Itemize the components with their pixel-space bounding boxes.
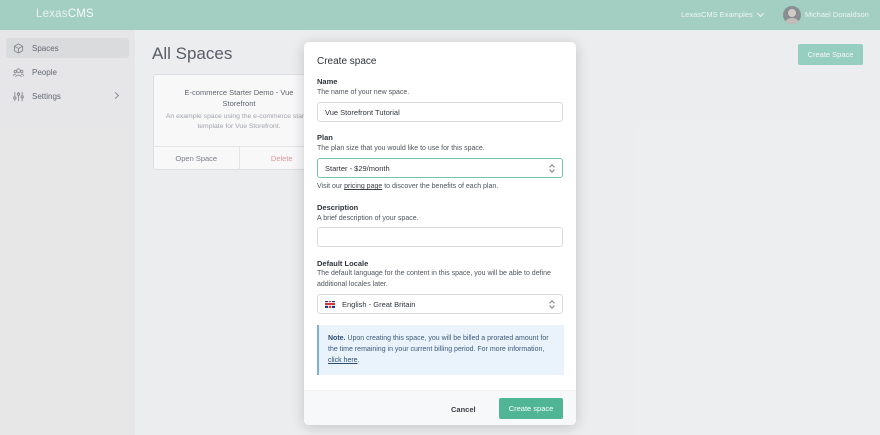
plan-selected-value: Starter - $29/month [325,163,390,173]
pricing-page-link[interactable]: pricing page [344,183,382,190]
submit-create-space-button[interactable]: Create space [499,398,563,419]
select-arrows-icon [549,164,555,173]
plan-select[interactable]: Starter - $29/month [317,158,563,178]
billing-note: Note. Upon creating this space, you will… [317,325,564,375]
plan-label: Plan [317,133,333,142]
plan-hint-text-end: to discover the benefits of each plan. [382,183,499,190]
note-title: Note. [328,335,346,342]
plan-help: The plan size that you would like to use… [317,145,485,152]
description-input[interactable] [317,227,563,247]
name-help: The name of your new space. [317,89,410,96]
note-text: Upon creating this space, you will be bi… [328,335,549,353]
select-arrows-icon [549,300,555,309]
modal-title: Create space [317,56,377,67]
description-help: A brief description of your space. [317,215,419,222]
modal-footer: Cancel Create space [304,390,576,425]
name-label: Name [317,77,338,86]
create-space-modal: Create space Name The name of your new s… [304,42,576,425]
name-input[interactable] [317,102,563,122]
click-here-link[interactable]: click here [328,357,358,364]
plan-hint-text: Visit our [317,183,345,190]
locale-label: Default Locale [317,259,369,268]
plan-hint: Visit our pricing page to discover the b… [317,181,562,192]
locale-select[interactable]: English - Great Britain [317,294,563,314]
note-text-end: . [357,357,360,364]
locale-help: The default language for the content in … [317,270,551,288]
locale-selected-value: English - Great Britain [342,299,416,309]
cancel-button[interactable]: Cancel [451,405,476,414]
uk-flag-icon [325,300,335,308]
description-label: Description [317,203,359,212]
